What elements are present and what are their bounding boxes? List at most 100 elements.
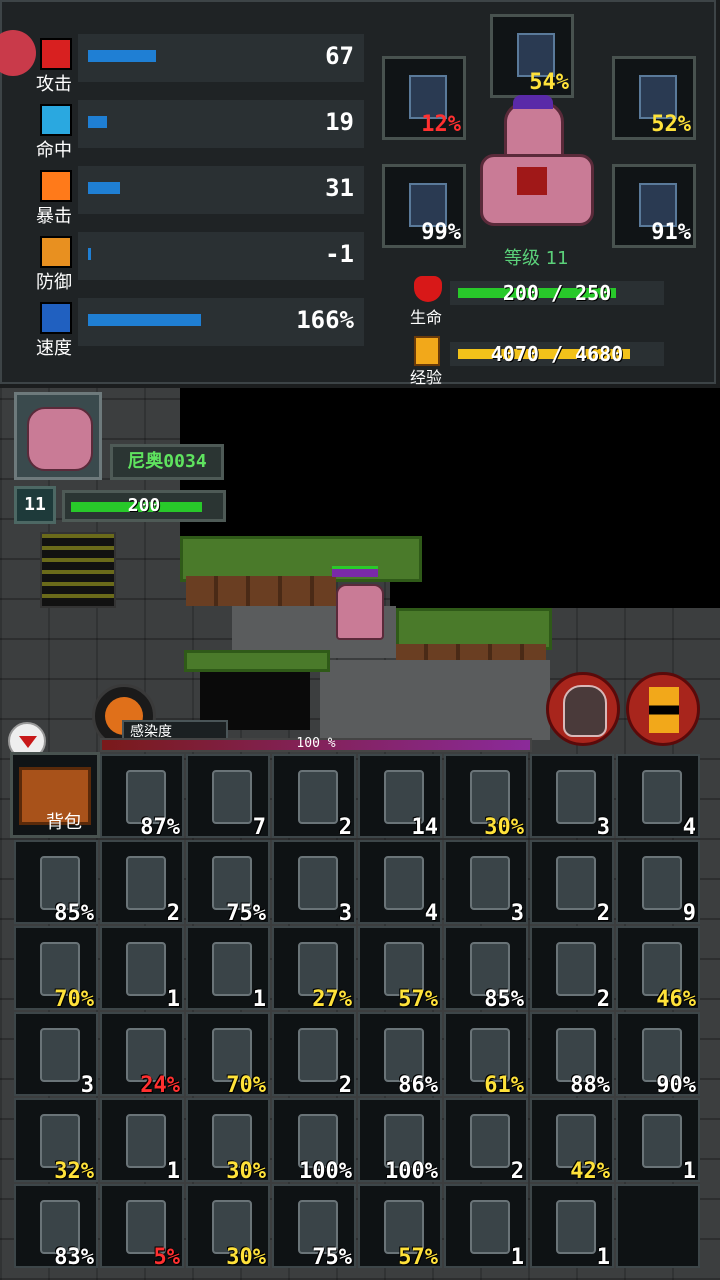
stat-bar: 31: [78, 166, 364, 214]
inventory-slot[interactable]: 46%: [616, 926, 700, 1012]
zombie-body-icon: [480, 154, 594, 226]
inventory-slot[interactable]: 1: [444, 1184, 528, 1270]
inventory-slot[interactable]: 14: [358, 754, 442, 840]
close-stats-icon[interactable]: [0, 30, 36, 76]
wait-button[interactable]: [626, 672, 700, 746]
inventory-slot[interactable]: 24%: [100, 1012, 184, 1098]
inventory-slot[interactable]: 85%: [444, 926, 528, 1012]
syringe-icon: [642, 770, 682, 824]
skull-button[interactable]: [546, 672, 620, 746]
item-count: 32%: [54, 1159, 94, 1184]
stairs-icon[interactable]: [40, 532, 116, 608]
inventory-slot[interactable]: 88%: [530, 1012, 614, 1098]
inventory-slot[interactable]: 70%: [14, 926, 98, 1012]
bomb-icon: [212, 770, 252, 824]
inventory-slot[interactable]: 1: [100, 1098, 184, 1184]
inventory-slot[interactable]: 3: [14, 1012, 98, 1098]
fried-egg-icon: [642, 856, 682, 910]
inventory-slot[interactable]: 87%: [100, 754, 184, 840]
item-count: 4: [424, 901, 438, 926]
player-portrait[interactable]: [14, 392, 102, 480]
inventory-slot[interactable]: 3: [272, 840, 356, 926]
item-count: 1: [252, 987, 266, 1012]
inventory-slot[interactable]: 42%: [530, 1098, 614, 1184]
medicine-bottle-icon: [556, 770, 596, 824]
inventory-slot[interactable]: 1: [100, 926, 184, 1012]
inventory-slot[interactable]: 32%: [14, 1098, 98, 1184]
hp-bar: 200 / 250: [450, 281, 664, 305]
inventory-slot[interactable]: 4: [616, 754, 700, 840]
player-level: 11: [14, 486, 56, 524]
inventory-slot[interactable]: 85%: [14, 840, 98, 926]
inventory-slot[interactable]: 2: [530, 840, 614, 926]
item-count: 42%: [570, 1159, 610, 1184]
inventory-slot[interactable]: 100%: [272, 1098, 356, 1184]
equip-slot-staff[interactable]: 99%: [382, 164, 466, 248]
inventory-slot[interactable]: 9: [616, 840, 700, 926]
inventory-slot[interactable]: 4: [358, 840, 442, 926]
stats-panel: 攻击 67 命中 19 暴击 31 防御 -1 速度 166% 54% 12% …: [0, 0, 716, 387]
player-hp-bar: 200: [62, 490, 226, 522]
equip-slot-right-module[interactable]: 52%: [612, 56, 696, 140]
critical-icon: [40, 170, 72, 202]
purple-bottle-icon: [298, 856, 338, 910]
inventory-slot[interactable]: 2: [272, 754, 356, 840]
stat-bar-fill: [88, 50, 156, 62]
item-count: 7: [252, 815, 266, 840]
inventory-slot[interactable]: 61%: [444, 1012, 528, 1098]
item-count: 1: [510, 1245, 524, 1270]
inventory-slot[interactable]: 75%: [272, 1184, 356, 1270]
item-count: 1: [166, 987, 180, 1012]
stat-bar-fill: [88, 314, 202, 326]
inventory-slot[interactable]: 90%: [616, 1012, 700, 1098]
inventory-slot[interactable]: 2: [530, 926, 614, 1012]
inventory-slot[interactable]: 86%: [358, 1012, 442, 1098]
inventory-slot[interactable]: 2: [272, 1012, 356, 1098]
item-count: 30%: [484, 815, 524, 840]
inventory-slot[interactable]: 75%: [186, 840, 270, 926]
item-count: 2: [338, 815, 352, 840]
inventory-slot[interactable]: 2: [444, 1098, 528, 1184]
inventory-slot[interactable]: 1: [616, 1098, 700, 1184]
inventory-slot-empty[interactable]: [616, 1184, 700, 1268]
inventory-slot[interactable]: 7: [186, 754, 270, 840]
zombie-face-icon: [27, 407, 93, 471]
stat-bar: 166%: [78, 298, 364, 346]
inventory-slot[interactable]: 30%: [444, 754, 528, 840]
inventory-slot[interactable]: 30%: [186, 1098, 270, 1184]
inventory-slot[interactable]: 70%: [186, 1012, 270, 1098]
equip-slot-left-module[interactable]: 12%: [382, 56, 466, 140]
inventory-slot[interactable]: 57%: [358, 1184, 442, 1270]
item-count: 3: [510, 901, 524, 926]
inventory-slot[interactable]: 1: [186, 926, 270, 1012]
inventory-slot[interactable]: 2: [100, 840, 184, 926]
inventory-slot[interactable]: 3: [530, 754, 614, 840]
tnt-icon: [470, 856, 510, 910]
player-sprite[interactable]: [332, 566, 384, 640]
inventory-slot[interactable]: 5%: [100, 1184, 184, 1270]
inventory-slot[interactable]: 1: [530, 1184, 614, 1270]
item-count: 24%: [140, 1073, 180, 1098]
inventory-slot[interactable]: 27%: [272, 926, 356, 1012]
item-count: 4: [682, 815, 696, 840]
hedge-wall: [184, 650, 330, 672]
level-label: 等级 11: [504, 248, 569, 269]
item-count: 70%: [54, 987, 94, 1012]
item-count: 88%: [570, 1073, 610, 1098]
medkit-icon: [212, 942, 252, 996]
item-count: 75%: [312, 1245, 352, 1270]
inventory-slot[interactable]: 100%: [358, 1098, 442, 1184]
stat-value: 31: [325, 174, 354, 202]
inventory-slot[interactable]: 83%: [14, 1184, 98, 1270]
player-name: 尼奥0034: [110, 444, 224, 480]
inventory-slot[interactable]: 3: [444, 840, 528, 926]
equip-slot-sword[interactable]: 91%: [612, 164, 696, 248]
inventory-slot[interactable]: 30%: [186, 1184, 270, 1270]
inventory-slot[interactable]: 57%: [358, 926, 442, 1012]
item-count: 5%: [153, 1245, 181, 1270]
item-count: 61%: [484, 1073, 524, 1098]
zombie-body-icon: [336, 584, 384, 640]
green-bottle-icon: [126, 856, 166, 910]
stat-value: -1: [325, 240, 354, 268]
equip-slot-boots[interactable]: 54%: [490, 14, 574, 98]
